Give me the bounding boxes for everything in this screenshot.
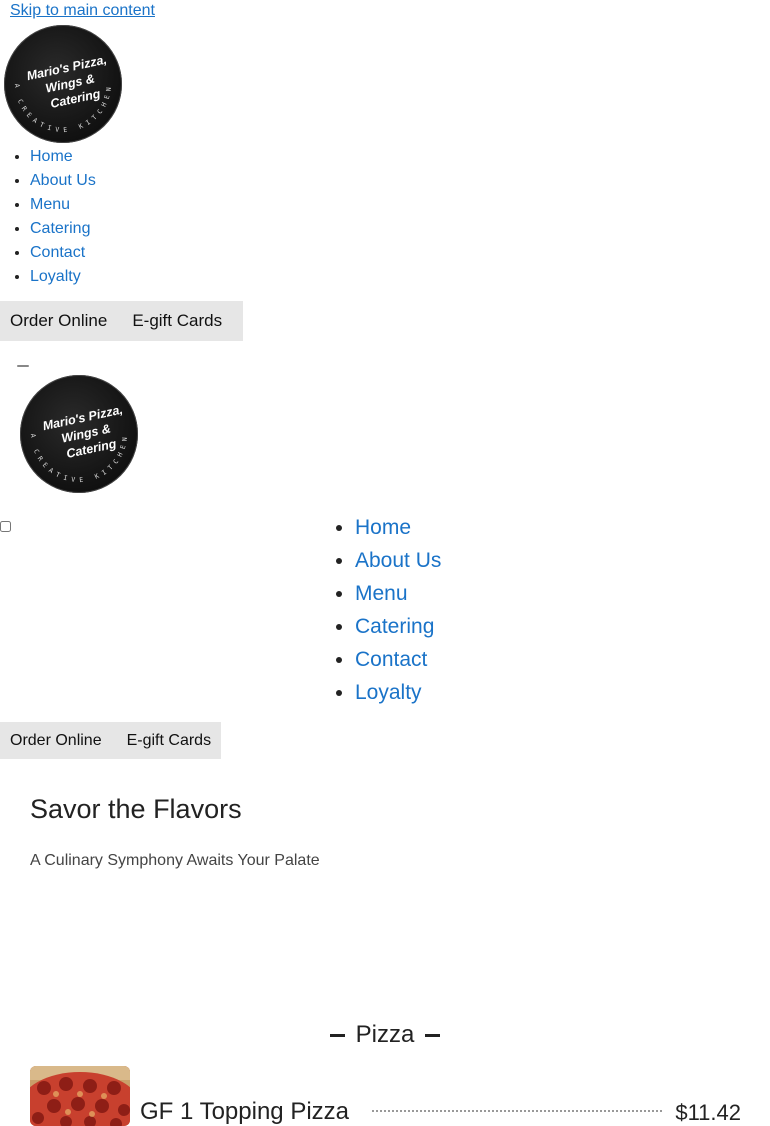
menu-toggle-button[interactable] [17,365,29,367]
nav-link-home[interactable]: Home [30,148,73,165]
nav-item-menu: Menu [30,194,96,218]
mobile-brand-logo-graphic: Mario's Pizza, Wings & Catering A CREATI… [29,403,125,485]
brand-logo-graphic: Mario's Pizza, Wings & Catering A CREATI… [13,53,109,135]
menu-section-heading: Pizza [0,1018,770,1052]
egift-cards-button[interactable]: E-gift Cards [122,311,222,331]
mobile-nav-item-home: Home [355,511,441,544]
menu-item-price: $11.42 [675,1100,741,1125]
mobile-nav-item-menu: Menu [355,577,441,610]
pizza-image-graphic [30,1066,130,1126]
mobile-brand-logo[interactable]: Mario's Pizza, Wings & Catering A CREATI… [20,375,138,493]
menu-item-leader [372,1110,662,1112]
header-actions: Order Online E-gift Cards [0,301,243,341]
mobile-nav-link-menu[interactable]: Menu [355,582,408,605]
mobile-nav-item-about: About Us [355,544,441,577]
mobile-nav-item-catering: Catering [355,610,441,643]
menu-item-image [30,1066,130,1126]
mobile-order-online-button[interactable]: Order Online [0,732,102,750]
menu-section-title: Pizza [355,1021,415,1048]
hero-subtitle: A Culinary Symphony Awaits Your Palate [30,852,320,869]
nav-item-catering: Catering [30,218,96,242]
mobile-nav-link-contact[interactable]: Contact [355,648,427,671]
nav-item-loyalty: Loyalty [30,266,96,290]
nav-link-about[interactable]: About Us [30,172,96,189]
mobile-egift-cards-button[interactable]: E-gift Cards [117,732,211,750]
skip-to-main-link[interactable]: Skip to main content [10,2,155,20]
mobile-nav: Home About Us Menu Catering Contact Loya… [355,511,441,709]
top-nav: Home About Us Menu Catering Contact Loya… [0,146,96,290]
nav-link-loyalty[interactable]: Loyalty [30,268,81,285]
mobile-nav-link-loyalty[interactable]: Loyalty [355,681,422,704]
mobile-actions: Order Online E-gift Cards [0,722,221,759]
nav-item-about: About Us [30,170,96,194]
nav-link-catering[interactable]: Catering [30,220,90,237]
order-online-button[interactable]: Order Online [0,311,107,331]
mobile-nav-link-about[interactable]: About Us [355,549,441,572]
mobile-nav-link-catering[interactable]: Catering [355,615,434,638]
hero-title: Savor the Flavors [30,794,242,824]
nav-link-menu[interactable]: Menu [30,196,70,213]
mobile-menu-checkbox[interactable] [0,521,11,532]
brand-logo[interactable]: Mario's Pizza, Wings & Catering A CREATI… [4,25,122,143]
mobile-nav-link-home[interactable]: Home [355,516,411,539]
menu-item-name[interactable]: GF 1 Topping Pizza [140,1098,349,1126]
heading-dash-right [425,1033,441,1037]
nav-link-contact[interactable]: Contact [30,244,85,261]
mobile-nav-item-loyalty: Loyalty [355,676,441,709]
nav-item-home: Home [30,146,96,170]
heading-dash-left [329,1033,345,1037]
nav-item-contact: Contact [30,242,96,266]
mobile-nav-item-contact: Contact [355,643,441,676]
